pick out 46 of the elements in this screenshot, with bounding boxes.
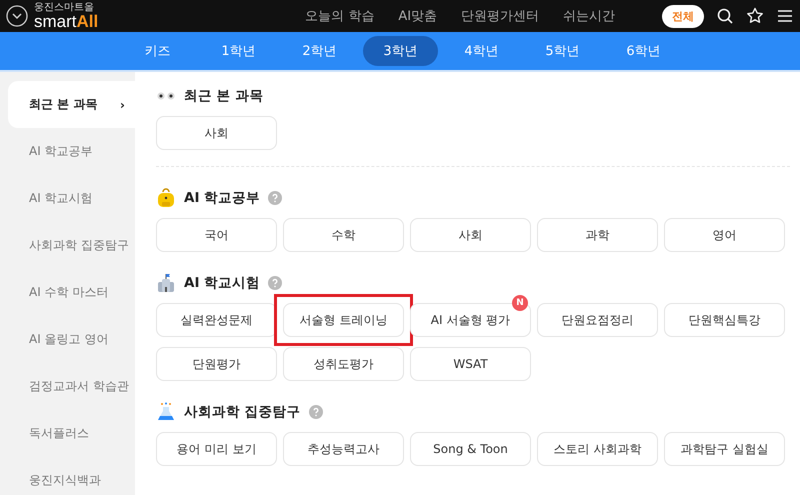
subject-button[interactable]: 서술형 트레이닝 [283, 303, 404, 337]
sidebar-item[interactable]: AI 수학 마스터 [8, 269, 135, 316]
subject-button[interactable]: WSAT [410, 347, 531, 381]
subject-button[interactable]: 사회 [156, 116, 277, 150]
subject-button[interactable]: 추성능력고사 [283, 432, 404, 466]
flask-icon [156, 402, 176, 422]
search-icon[interactable] [716, 7, 734, 25]
section-title: 최근 본 과목 [184, 87, 264, 105]
subject-button[interactable]: 영어 [664, 218, 785, 252]
subject-button[interactable]: 용어 미리 보기 [156, 432, 277, 466]
sidebar-item[interactable]: AI 학교시험 [8, 175, 135, 222]
menu-icon[interactable] [776, 7, 794, 25]
subject-button[interactable]: 단원평가 [156, 347, 277, 381]
nav-link[interactable]: 쉬는시간 [563, 7, 616, 25]
subject-button[interactable]: 국어 [156, 218, 277, 252]
sidebar-item[interactable]: 사회과학 집중탐구 [8, 222, 135, 269]
sidebar-item[interactable]: 독서플러스 [8, 410, 135, 457]
logo-caption: 웅진스마트올 [34, 2, 95, 12]
nav-link[interactable]: 단원평가센터 [461, 7, 540, 25]
sidebar-item[interactable]: 최근 본 과목 › [8, 81, 135, 128]
sidebar-item[interactable]: AI 학교공부 [8, 128, 135, 175]
sidebar-item[interactable]: 웅진지식백과 [8, 457, 135, 495]
subject-button[interactable]: 단원요점정리 [537, 303, 658, 337]
subject-button[interactable]: 스토리 사회과학 [537, 432, 658, 466]
subject-button[interactable]: 성취도평가 [283, 347, 404, 381]
subject-button[interactable]: 과학 [537, 218, 658, 252]
sidebar-item[interactable]: 검정교과서 학습관 [8, 363, 135, 410]
grade-tab[interactable]: 3학년 [363, 36, 438, 66]
logo[interactable]: smartAll [34, 12, 98, 30]
backpack-icon [156, 188, 176, 208]
sidebar-item[interactable]: AI 올링고 영어 [8, 316, 135, 363]
section-title: AI 학교시험 [184, 274, 260, 292]
section-title: 사회과학 집중탐구 [184, 403, 301, 421]
subject-button[interactable]: 실력완성문제 [156, 303, 277, 337]
star-icon[interactable] [746, 7, 764, 25]
nav-link[interactable]: 오늘의 학습 [305, 7, 374, 25]
chevron-down-icon[interactable] [6, 5, 28, 27]
school-building-icon [156, 273, 176, 293]
subject-button[interactable]: 수학 [283, 218, 404, 252]
section-title: AI 학교공부 [184, 189, 260, 207]
new-badge: N [512, 295, 528, 311]
subject-button[interactable]: 사회 [410, 218, 531, 252]
subject-button[interactable]: Song & Toon [410, 432, 531, 466]
subject-button[interactable]: 단원핵심특강 [664, 303, 785, 337]
subject-button[interactable]: 과학탐구 실험실 [664, 432, 785, 466]
nav-link[interactable]: AI맞춤 [398, 7, 438, 25]
